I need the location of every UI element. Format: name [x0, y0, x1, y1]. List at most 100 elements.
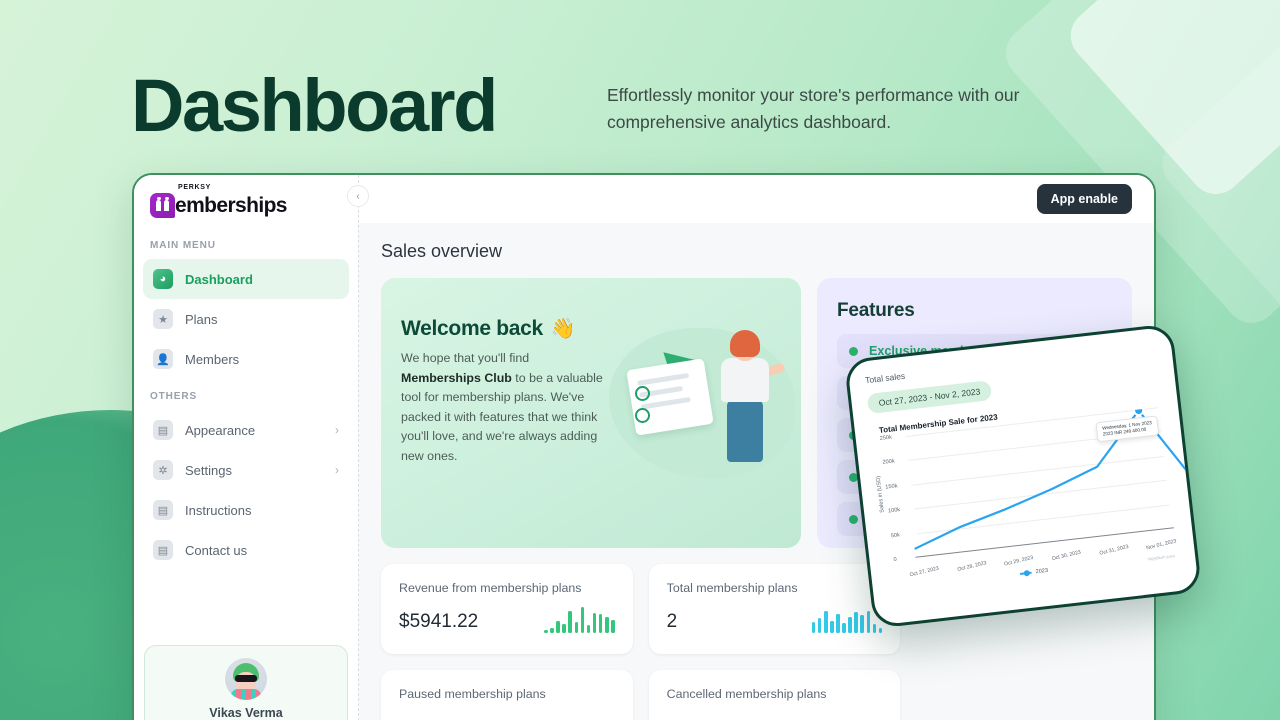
sparkline-bar [586, 625, 591, 633]
welcome-body-part1: We hope that you'll find [401, 351, 530, 365]
avatar [225, 658, 267, 700]
app-enable-button[interactable]: App enable [1036, 184, 1132, 214]
sparkline-bar [842, 623, 846, 633]
page-subtitle: Effortlessly monitor your store's perfor… [607, 85, 1020, 132]
gear-icon: ✲ [153, 460, 173, 480]
welcome-body: We hope that you'll find Memberships Clu… [401, 349, 604, 466]
welcome-card: Welcome back 👋 We hope that you'll find … [381, 278, 801, 548]
perksy-badge-icon [150, 193, 175, 218]
sparkline-chart [544, 607, 615, 633]
sidebar-item-plans[interactable]: ★ Plans [143, 299, 349, 339]
wave-emoji-icon: 👋 [550, 318, 576, 340]
sparkline-bar [872, 624, 877, 633]
x-tick-label: Oct 31, 2023 [1098, 543, 1129, 557]
sidebar: PERKSY emberships MAIN MENU ◕ Dashboard ★ P… [134, 175, 369, 720]
sparkline-bar [562, 624, 566, 633]
main-menu-label: MAIN MENU [150, 240, 216, 251]
sparkline-bar [598, 614, 603, 633]
chart-y-axis-label: Sales in (USD) [875, 475, 886, 513]
sidebar-collapse-button[interactable]: ‹ [347, 185, 369, 207]
stat-label: Cancelled membership plans [666, 687, 827, 701]
profile-card[interactable]: Vikas Verma [144, 645, 348, 720]
sidebar-item-label: Settings [185, 462, 232, 478]
stat-cards-row-2: Paused membership plans Cancelled member… [381, 670, 1132, 720]
sidebar-item-members[interactable]: 👤 Members [143, 339, 349, 379]
sidebar-item-label: Instructions [185, 502, 252, 518]
welcome-body-bold: Memberships Club [401, 370, 512, 385]
chevron-right-icon: › [335, 463, 339, 477]
sparkline-bar [860, 615, 865, 633]
brand-kicker: PERKSY [178, 184, 211, 191]
user-icon: 👤 [153, 349, 173, 369]
stat-value: $5941.22 [399, 611, 479, 632]
x-tick-label: Oct 28, 2023 [956, 560, 987, 573]
document-icon: ▤ [153, 500, 173, 520]
section-title: Sales overview [381, 241, 503, 261]
x-tick-label: Oct 27, 2023 [909, 565, 940, 579]
sparkline-bar [544, 630, 548, 633]
sparkline-bar [604, 617, 609, 633]
sparkline-bar [823, 611, 828, 633]
sparkline-bar [811, 622, 816, 633]
stat-card-total-plans[interactable]: Total membership plans 2 [648, 564, 901, 654]
x-tick-label: Oct 30, 2023 [1051, 549, 1082, 563]
sidebar-item-dashboard[interactable]: ◕ Dashboard [143, 259, 349, 299]
stat-label: Revenue from membership plans [399, 581, 582, 595]
sparkline-bar [574, 622, 579, 633]
sparkline-bar [568, 611, 573, 633]
x-tick-label: Oct 29, 2023 [1003, 554, 1035, 568]
star-icon: ★ [153, 309, 173, 329]
sparkline-bar [866, 611, 871, 633]
y-tick-label: 0 [893, 556, 898, 564]
others-label: OTHERS [150, 391, 198, 402]
sparkline-bar [592, 613, 597, 633]
y-tick-label: 250k [879, 434, 893, 442]
sidebar-item-instructions[interactable]: ▤ Instructions [143, 490, 349, 530]
date-range-pill[interactable]: Oct 27, 2023 - Nov 2, 2023 [866, 380, 993, 415]
stat-value: 2 [666, 611, 678, 632]
x-tick-label: Nov 01, 2023 [1145, 538, 1178, 552]
sparkline-bar [878, 628, 883, 633]
legend-swatch [1019, 571, 1032, 575]
y-tick-label: 50k [890, 531, 901, 539]
stat-card-paused-plans[interactable]: Paused membership plans [381, 670, 633, 720]
sidebar-item-label: Contact us [185, 542, 248, 558]
stat-label: Paused membership plans [399, 687, 546, 701]
hero-header: Dashboard Effortlessly monitor your stor… [0, 0, 1280, 170]
chevron-right-icon: › [335, 423, 339, 437]
sidebar-item-contact-us[interactable]: ▤ Contact us [143, 530, 349, 570]
stat-card-revenue[interactable]: Revenue from membership plans $5941.22 [381, 564, 633, 654]
y-tick-label: 150k [885, 483, 898, 491]
sparkline-bar [611, 620, 615, 633]
sparkline-chart [811, 607, 883, 633]
topbar: App enable [359, 175, 1154, 223]
sparkline-bar [836, 614, 840, 633]
main-nav: ◕ Dashboard ★ Plans 👤 Members [134, 259, 358, 379]
gauge-icon: ◕ [153, 269, 173, 289]
page-title: Dashboard [131, 64, 498, 147]
sidebar-item-label: Plans [185, 311, 218, 327]
others-nav: ▤ Appearance › ✲ Settings › ▤ Instructions ▤ Cont… [134, 410, 358, 570]
sidebar-item-appearance[interactable]: ▤ Appearance › [143, 410, 349, 450]
sidebar-item-settings[interactable]: ✲ Settings › [143, 450, 349, 490]
stat-card-cancelled-plans[interactable]: Cancelled membership plans [648, 670, 901, 720]
floating-analytics-card: Total sales Oct 27, 2023 - Nov 2, 2023 T… [843, 323, 1203, 629]
brand-name: emberships [175, 194, 287, 217]
sparkline-bar [580, 607, 585, 633]
sparkline-bar [848, 617, 852, 633]
layout-icon: ▤ [153, 420, 173, 440]
bullet-dot-icon [849, 346, 858, 356]
features-heading: Features [837, 300, 915, 321]
sparkline-bar [830, 621, 834, 633]
y-tick-label: 100k [887, 507, 901, 515]
profile-name: Vikas Verma [209, 706, 283, 720]
sparkline-bar [550, 628, 554, 633]
chart-credit: rapydium.com [1147, 553, 1176, 562]
sidebar-item-label: Dashboard [185, 271, 253, 287]
chat-icon: ▤ [153, 540, 173, 560]
sparkline-bar [556, 621, 560, 633]
chart-legend: 2023 [1019, 568, 1048, 577]
sparkline-bar [854, 612, 858, 633]
brand-logo[interactable]: PERKSY emberships [134, 175, 358, 228]
line-chart: Sales in (USD) 0 50k 100k 150k 200k 250k Oct … [872, 405, 1202, 589]
